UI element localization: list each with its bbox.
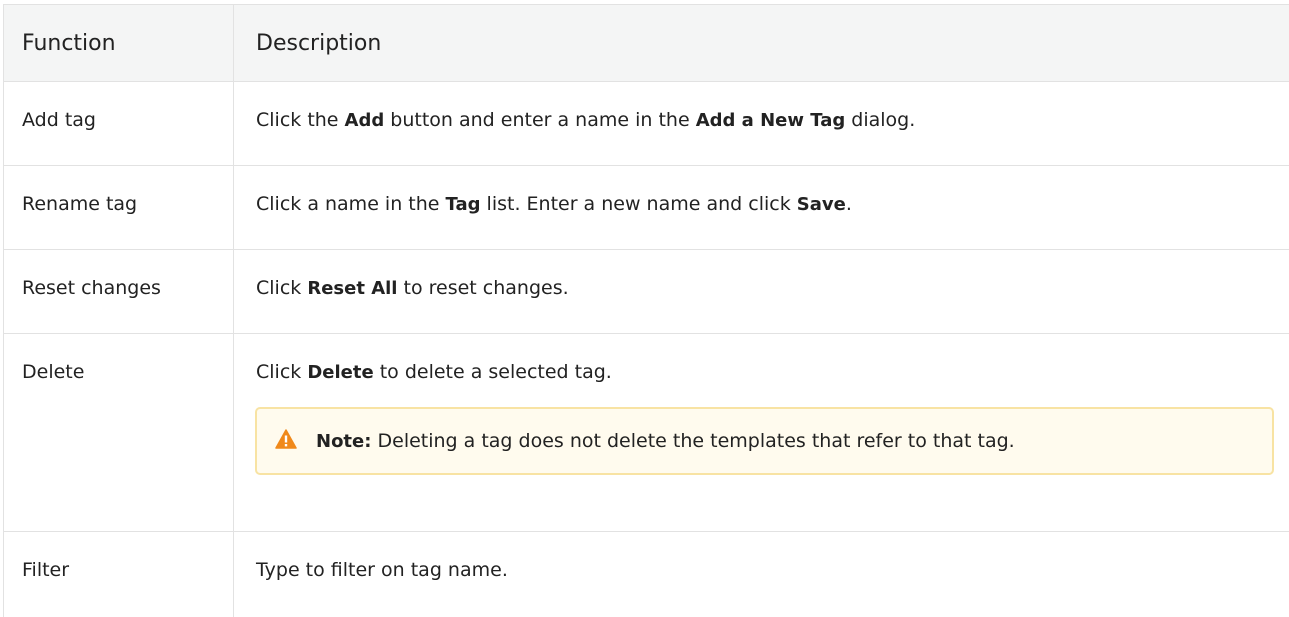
table-row: Delete Click Delete to delete a selected… [4, 334, 1289, 532]
description-text: button and enter a name in the [384, 109, 695, 131]
description-cell: Type to filter on tag name. [234, 532, 1289, 617]
table-row: Add tag Click the Add button and enter a… [4, 82, 1289, 166]
function-cell: Rename tag [4, 166, 234, 250]
description-text: Click the [256, 109, 345, 131]
table-row: Filter Type to filter on tag name. [4, 532, 1289, 617]
description-text: to reset changes. [397, 277, 568, 299]
function-table: Function Description Add tag Click the A… [3, 4, 1289, 617]
description-cell: Click Reset All to reset changes. [234, 250, 1289, 334]
description-cell: Click the Add button and enter a name in… [234, 82, 1289, 166]
function-cell: Reset changes [4, 250, 234, 334]
description-cell: Click Delete to delete a selected tag. N… [234, 334, 1289, 532]
table-header: Function Description [4, 5, 1289, 82]
header-row: Function Description [4, 5, 1289, 82]
ui-term: Save [797, 194, 846, 215]
header-description: Description [234, 5, 1289, 82]
ui-term: Delete [307, 362, 373, 383]
description-line: Click Delete to delete a selected tag. [256, 359, 1289, 386]
description-cell: Click a name in the Tag list. Enter a ne… [234, 166, 1289, 250]
header-function: Function [4, 5, 234, 82]
description-text: Click [256, 277, 307, 299]
note-label: Note: [316, 431, 371, 452]
ui-term: Add a New Tag [696, 110, 846, 131]
warning-icon [275, 429, 297, 449]
table-row: Reset changes Click Reset All to reset c… [4, 250, 1289, 334]
function-cell: Add tag [4, 82, 234, 166]
description-text: Click [256, 361, 307, 383]
description-text: . [846, 193, 852, 215]
function-cell: Delete [4, 334, 234, 532]
ui-term: Add [345, 110, 385, 131]
ui-term: Tag [446, 194, 481, 215]
description-text: dialog. [845, 109, 915, 131]
ui-term: Reset All [307, 278, 397, 299]
note-callout: Note: Deleting a tag does not delete the… [255, 407, 1274, 475]
description-text: Click a name in the [256, 193, 446, 215]
function-cell: Filter [4, 532, 234, 617]
note-text: Deleting a tag does not delete the templ… [371, 430, 1014, 452]
table-row: Rename tag Click a name in the Tag list.… [4, 166, 1289, 250]
description-text: to delete a selected tag. [374, 361, 612, 383]
description-text: Type to filter on tag name. [256, 559, 508, 581]
description-text: list. Enter a new name and click [481, 193, 797, 215]
